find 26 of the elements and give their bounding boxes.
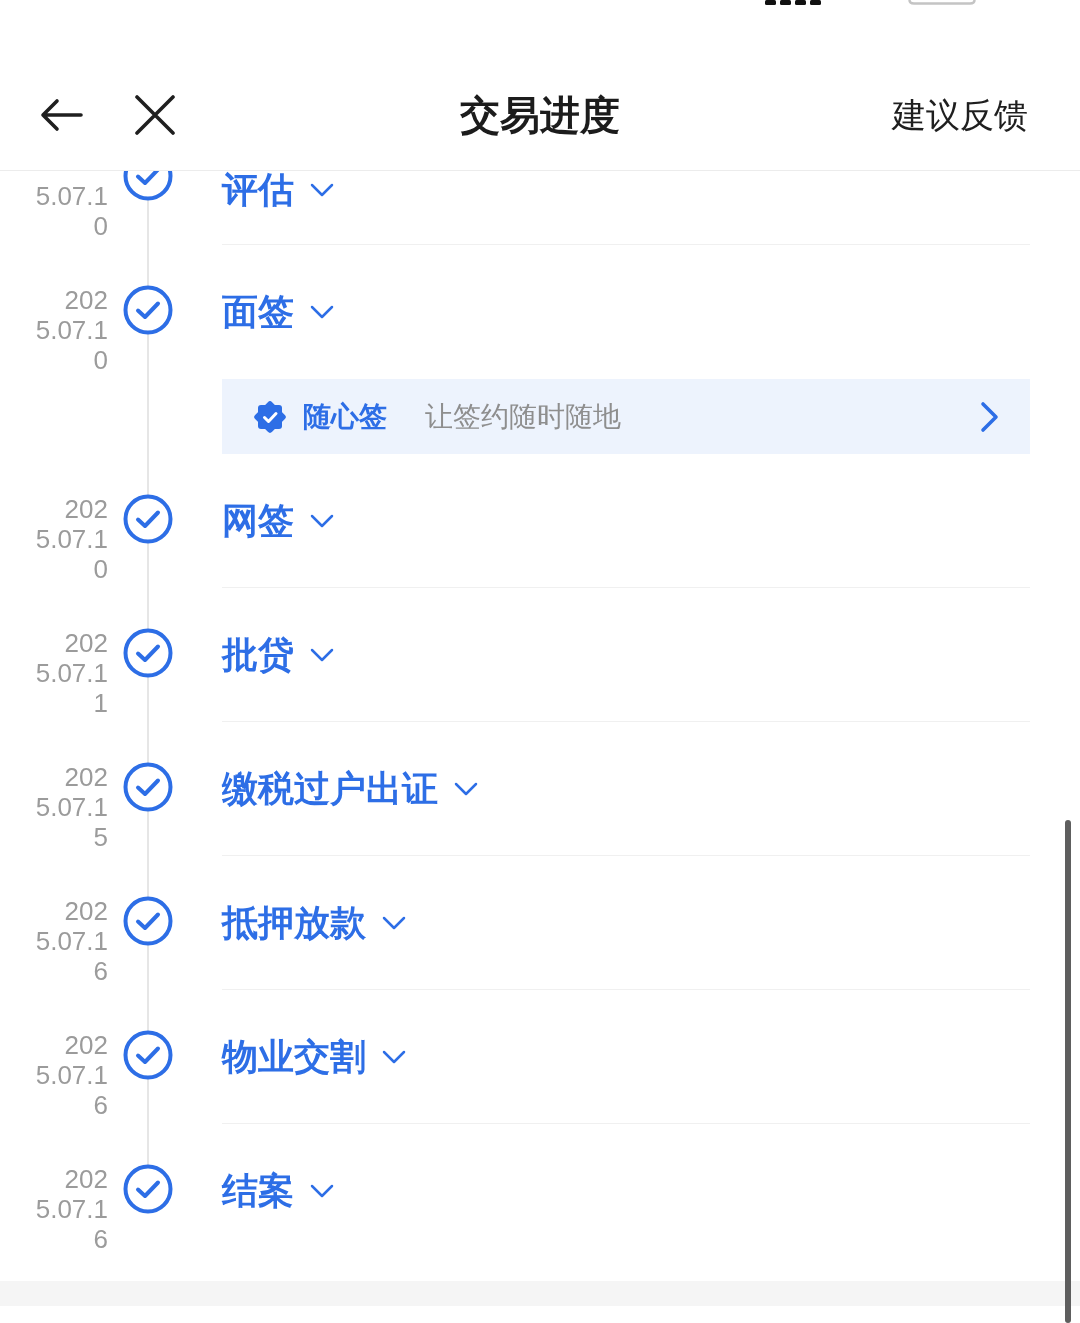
close-icon xyxy=(135,95,175,135)
stage-toggle[interactable]: 网签 xyxy=(222,502,334,539)
chevron-right-icon xyxy=(980,400,1000,433)
stage-toggle[interactable]: 面签 xyxy=(222,294,334,330)
arrow-left-icon xyxy=(39,98,83,132)
date-label: 2025.07.10 xyxy=(34,494,108,584)
date-label: 2025.07.15 xyxy=(34,762,108,852)
promo-name: 随心签 xyxy=(303,402,387,431)
date-label: 5.07.10 xyxy=(34,181,108,241)
stage-toggle[interactable]: 物业交割 xyxy=(222,1038,406,1075)
date-label: 2025.07.16 xyxy=(34,1164,108,1254)
battery-icon xyxy=(908,0,976,5)
date-label: 2025.07.16 xyxy=(34,896,108,986)
promo-tagline: 让签约随时随地 xyxy=(425,402,621,431)
stage-toggle[interactable]: 评估 xyxy=(222,171,334,208)
stage-toggle[interactable]: 缴税过户出证 xyxy=(222,770,478,807)
page-title: 交易进度 xyxy=(460,95,620,135)
feedback-link[interactable]: 建议反馈 xyxy=(892,98,1028,132)
stage-toggle[interactable]: 批贷 xyxy=(222,636,334,673)
signal-icon xyxy=(765,0,822,5)
date-label: 2025.07.10 xyxy=(34,285,108,375)
stage-toggle[interactable]: 结案 xyxy=(222,1173,334,1209)
promo-banner[interactable]: 随心签 让签约随时随地 xyxy=(222,379,1030,454)
stage-toggle[interactable]: 抵押放款 xyxy=(222,904,406,941)
date-label: 2025.07.11 xyxy=(34,628,108,718)
date-label: 2025.07.16 xyxy=(34,1030,108,1120)
